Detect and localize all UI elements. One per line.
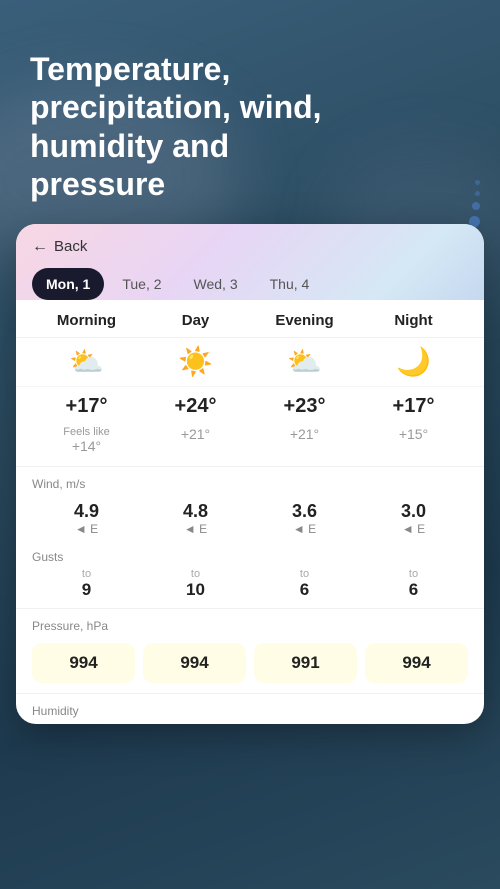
pressure-morning: 994	[32, 643, 135, 683]
pressure-day: 994	[143, 643, 246, 683]
weather-cell-evening: ⛅	[250, 348, 359, 376]
day-tab-tue[interactable]: Tue, 2	[108, 268, 175, 300]
feels-night: +15°	[359, 426, 468, 454]
time-evening: Evening	[250, 312, 359, 329]
wind-evening: 3.6 ◄ E	[250, 497, 359, 540]
gusts-row: to 9 to 10 to 6 to 6	[16, 566, 484, 609]
temp-morning: +17°	[32, 391, 141, 422]
gusts-night: to 6	[359, 568, 468, 600]
wind-morning: 4.9 ◄ E	[32, 497, 141, 540]
wind-values-row: 4.9 ◄ E 4.8 ◄ E 3.6 ◄ E 3.0 ◄ E	[16, 493, 484, 544]
weather-card: ← Back Mon, 1 Tue, 2 Wed, 3 Thu, 4 Morni…	[16, 224, 484, 724]
weather-icon-evening: ⛅	[287, 348, 322, 376]
weather-cell-morning: ⛅	[32, 348, 141, 376]
feels-day: +21°	[141, 426, 250, 454]
gusts-evening: to 6	[250, 568, 359, 600]
feels-evening: +21°	[250, 426, 359, 454]
pressure-row: 994 994 991 994	[16, 639, 484, 694]
card-header: ← Back Mon, 1 Tue, 2 Wed, 3 Thu, 4	[16, 224, 484, 300]
weather-cell-night: 🌙	[359, 348, 468, 376]
time-night: Night	[359, 312, 468, 329]
back-button[interactable]: ← Back	[32, 238, 468, 256]
feels-like-block: Feels like +14° +21° +21° +15°	[16, 426, 484, 467]
day-tabs: Mon, 1 Tue, 2 Wed, 3 Thu, 4	[32, 268, 468, 300]
wind-section-label: Wind, m/s	[16, 467, 484, 493]
temp-evening: +23°	[250, 391, 359, 422]
time-morning: Morning	[32, 312, 141, 329]
gusts-label: Gusts	[16, 544, 484, 566]
back-arrow-icon: ←	[32, 238, 48, 256]
temps-row: +17° +24° +23° +17°	[16, 387, 484, 426]
time-day: Day	[141, 312, 250, 329]
feels-morning: Feels like +14°	[32, 426, 141, 454]
weather-icon-day: ☀️	[178, 348, 213, 376]
back-label: Back	[54, 238, 87, 255]
wind-day: 4.8 ◄ E	[141, 497, 250, 540]
weather-cell-day: ☀️	[141, 348, 250, 376]
day-tab-wed[interactable]: Wed, 3	[180, 268, 252, 300]
day-tab-mon[interactable]: Mon, 1	[32, 268, 104, 300]
wind-night: 3.0 ◄ E	[359, 497, 468, 540]
temp-day: +24°	[141, 391, 250, 422]
weather-icon-night: 🌙	[396, 348, 431, 376]
pressure-night: 994	[365, 643, 468, 683]
pressure-evening: 991	[254, 643, 357, 683]
gusts-morning: to 9	[32, 568, 141, 600]
day-tab-thu[interactable]: Thu, 4	[256, 268, 324, 300]
page-title: Temperature, precipitation, wind, humidi…	[30, 50, 470, 204]
temp-night: +17°	[359, 391, 468, 422]
gusts-day: to 10	[141, 568, 250, 600]
humidity-label: Humidity	[16, 694, 484, 724]
feels-grid: Feels like +14° +21° +21° +15°	[32, 426, 468, 454]
weather-icon-morning: ⛅	[69, 348, 104, 376]
pressure-label: Pressure, hPa	[16, 609, 484, 639]
header-text: Temperature, precipitation, wind, humidi…	[0, 0, 500, 224]
weather-icons-row: ⛅ ☀️ ⛅ 🌙	[16, 338, 484, 387]
time-header: Morning Day Evening Night	[16, 300, 484, 338]
